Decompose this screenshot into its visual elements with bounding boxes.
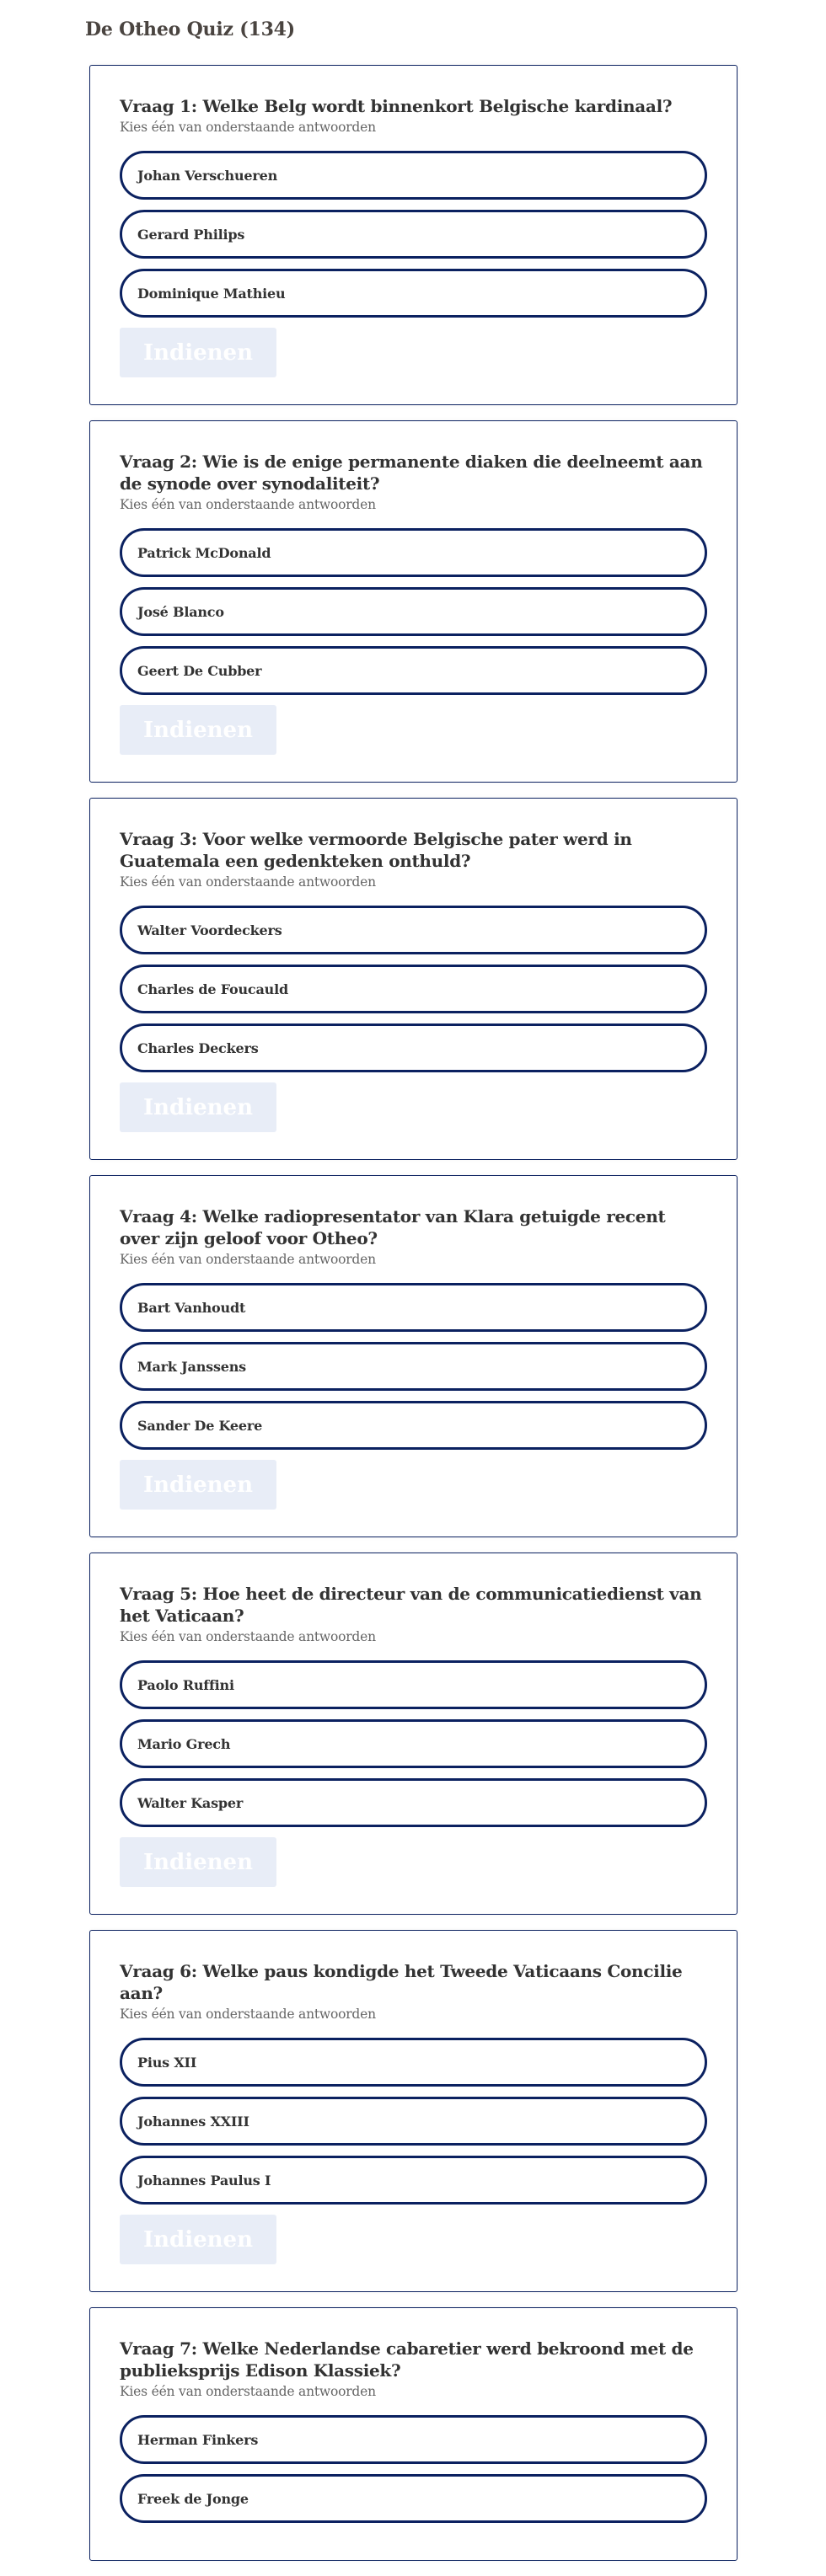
question-instruction: Kies één van onderstaande antwoorden [120,2007,376,2022]
answer-option[interactable]: Herman Finkers [120,2415,707,2464]
answer-option[interactable]: Johannes Paulus I [120,2156,707,2205]
answer-label: Johannes Paulus I [137,2172,271,2189]
answer-list: Johan Verschueren Gerard Philips Dominiq… [120,151,707,318]
answer-option[interactable]: Bart Vanhoudt [120,1283,707,1332]
quiz-card-7: Vraag 7: Welke Nederlandse cabaretier we… [89,2307,738,2561]
page-title: De Otheo Quiz (134) [85,19,295,40]
answer-label: Gerard Philips [137,226,245,243]
quiz-list: Vraag 1: Welke Belg wordt binnenkort Bel… [89,65,738,2576]
answer-option[interactable]: Sander De Keere [120,1401,707,1450]
quiz-card-1: Vraag 1: Welke Belg wordt binnenkort Bel… [89,65,738,405]
answer-label: Dominique Mathieu [137,285,286,302]
answer-list: Bart Vanhoudt Mark Janssens Sander De Ke… [120,1283,707,1450]
question-text: Vraag 6: Welke paus kondigde het Tweede … [120,1961,683,2003]
answer-label: Charles Deckers [137,1039,259,1056]
answer-list: Paolo Ruffini Mario Grech Walter Kasper [120,1660,707,1827]
answer-option[interactable]: Gerard Philips [120,210,707,259]
submit-button[interactable]: Indienen [120,1460,276,1510]
question-instruction: Kies één van onderstaande antwoorden [120,874,376,890]
quiz-card-3: Vraag 3: Voor welke vermoorde Belgische … [89,798,738,1160]
question-text: Vraag 2: Wie is de enige permanente diak… [120,452,703,494]
answer-option[interactable]: Charles Deckers [120,1023,707,1072]
answer-option[interactable]: Charles de Foucauld [120,965,707,1013]
answer-option[interactable]: Walter Voordeckers [120,906,707,954]
quiz-card-5: Vraag 5: Hoe heet de directeur van de co… [89,1553,738,1915]
answer-label: Mario Grech [137,1735,231,1752]
answer-label: Charles de Foucauld [137,981,288,997]
quiz-card-2: Vraag 2: Wie is de enige permanente diak… [89,420,738,783]
answer-option[interactable]: Geert De Cubber [120,646,707,695]
answer-option[interactable]: Paolo Ruffini [120,1660,707,1709]
answer-list: Pius XII Johannes XXIII Johannes Paulus … [120,2038,707,2205]
answer-label: Herman Finkers [137,2431,259,2448]
quiz-card-4: Vraag 4: Welke radiopresentator van Klar… [89,1175,738,1537]
submit-button[interactable]: Indienen [120,1082,276,1132]
answer-label: Freek de Jonge [137,2490,249,2507]
question-text: Vraag 4: Welke radiopresentator van Klar… [120,1206,666,1248]
answer-label: Walter Voordeckers [137,922,282,938]
answer-label: Geert De Cubber [137,662,262,679]
question-instruction: Kies één van onderstaande antwoorden [120,497,376,512]
answer-list: Patrick McDonald José Blanco Geert De Cu… [120,528,707,695]
question-text: Vraag 1: Welke Belg wordt binnenkort Bel… [120,96,673,116]
answer-option[interactable]: Freek de Jonge [120,2474,707,2523]
answer-list: Walter Voordeckers Charles de Foucauld C… [120,906,707,1072]
answer-label: Walter Kasper [137,1794,244,1811]
answer-label: Johannes XXIII [137,2113,249,2130]
answer-option[interactable]: José Blanco [120,587,707,636]
answer-option[interactable]: Patrick McDonald [120,528,707,577]
question-text: Vraag 7: Welke Nederlandse cabaretier we… [120,2338,694,2381]
question-instruction: Kies één van onderstaande antwoorden [120,1629,376,1644]
answer-label: Pius XII [137,2054,197,2071]
answer-label: José Blanco [137,603,224,620]
question-text: Vraag 5: Hoe heet de directeur van de co… [120,1584,702,1626]
answer-option[interactable]: Mark Janssens [120,1342,707,1391]
answer-label: Bart Vanhoudt [137,1299,246,1316]
question-text: Vraag 3: Voor welke vermoorde Belgische … [120,829,632,871]
answer-label: Patrick McDonald [137,544,271,561]
answer-label: Sander De Keere [137,1417,263,1434]
quiz-card-6: Vraag 6: Welke paus kondigde het Tweede … [89,1930,738,2292]
submit-button[interactable]: Indienen [120,328,276,377]
answer-option[interactable]: Johan Verschueren [120,151,707,200]
answer-option[interactable]: Mario Grech [120,1719,707,1768]
submit-button[interactable]: Indienen [120,2215,276,2264]
answer-label: Paolo Ruffini [137,1676,234,1693]
submit-button[interactable]: Indienen [120,705,276,755]
question-instruction: Kies één van onderstaande antwoorden [120,2384,376,2399]
answer-label: Mark Janssens [137,1358,246,1375]
answer-option[interactable]: Johannes XXIII [120,2097,707,2146]
answer-option[interactable]: Walter Kasper [120,1778,707,1827]
answer-list: Herman Finkers Freek de Jonge [120,2415,707,2523]
answer-option[interactable]: Pius XII [120,2038,707,2087]
question-instruction: Kies één van onderstaande antwoorden [120,1252,376,1267]
question-instruction: Kies één van onderstaande antwoorden [120,120,376,135]
answer-label: Johan Verschueren [137,167,278,184]
answer-option[interactable]: Dominique Mathieu [120,269,707,318]
submit-button[interactable]: Indienen [120,1837,276,1887]
